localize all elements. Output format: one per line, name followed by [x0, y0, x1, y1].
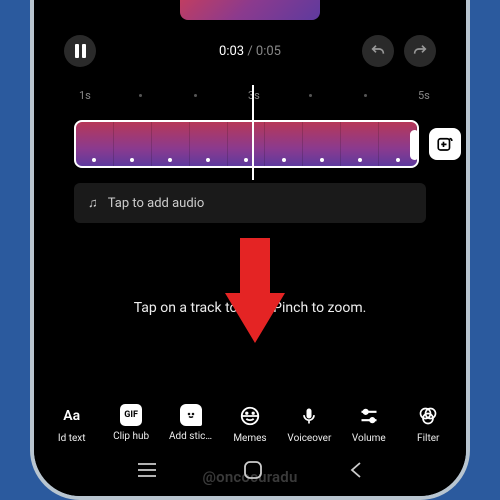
tool-voiceover[interactable]: Voiceover: [280, 404, 338, 444]
filter-icon: [416, 404, 440, 428]
tool-label: Add stic…: [169, 431, 212, 442]
pause-icon: [75, 44, 86, 58]
video-clip[interactable]: [74, 120, 419, 168]
timeline-ruler: 1s 3s 5s: [34, 85, 466, 105]
add-audio-button[interactable]: ♫ Tap to add audio: [74, 183, 426, 223]
add-audio-label: Tap to add audio: [108, 196, 205, 211]
pause-button[interactable]: [64, 35, 96, 67]
recents-button[interactable]: [137, 462, 157, 482]
tool-id-text[interactable]: Aa Id text: [43, 404, 101, 444]
redo-icon: [412, 43, 428, 59]
gif-icon: GIF: [120, 404, 142, 426]
tool-add-sticker[interactable]: Add stic…: [162, 404, 220, 444]
ruler-tick: [364, 94, 367, 97]
add-clip-icon: [436, 135, 454, 153]
ruler-label: 5s: [418, 89, 430, 102]
hint-text: Tap on a track to trim. Pinch to zoom.: [34, 300, 466, 316]
ruler-label: 1s: [79, 89, 91, 102]
playhead[interactable]: [252, 85, 254, 180]
ruler-tick: [194, 94, 197, 97]
tool-label: Clip hub: [113, 431, 149, 442]
tool-volume[interactable]: Volume: [340, 404, 398, 444]
tool-label: Filter: [417, 433, 439, 444]
playback-controls: 0:03 / 0:05: [34, 35, 466, 67]
editor-screen: 0:03 / 0:05 1s 3s 5s: [34, 0, 466, 496]
sliders-icon: [357, 404, 381, 428]
sticker-icon: [180, 404, 202, 426]
redo-button[interactable]: [404, 35, 436, 67]
music-note-icon: ♫: [88, 195, 98, 211]
back-button[interactable]: [349, 461, 363, 483]
undo-button[interactable]: [362, 35, 394, 67]
tool-label: Memes: [233, 433, 266, 444]
tool-label: Volume: [352, 433, 386, 444]
tool-label: Voiceover: [287, 433, 331, 444]
home-button[interactable]: [243, 460, 263, 484]
bottom-toolbar: Aa Id text GIF Clip hub Add stic… Memes: [34, 404, 466, 444]
total-time: 0:05: [256, 44, 281, 59]
clip-trim-handle[interactable]: [410, 130, 419, 160]
tool-clip-hub[interactable]: GIF Clip hub: [102, 404, 160, 444]
current-time: 0:03: [219, 44, 244, 59]
system-nav-bar: [34, 460, 466, 484]
tool-label: Id text: [58, 433, 86, 444]
memes-icon: [238, 404, 262, 428]
tool-filter[interactable]: Filter: [399, 404, 457, 444]
time-display: 0:03 / 0:05: [219, 44, 281, 59]
add-clip-button[interactable]: [429, 128, 461, 160]
ruler-tick: [309, 94, 312, 97]
microphone-icon: [297, 404, 321, 428]
ruler-tick: [139, 94, 142, 97]
video-preview-thumb[interactable]: [180, 0, 320, 20]
undo-icon: [370, 43, 386, 59]
tool-memes[interactable]: Memes: [221, 404, 279, 444]
text-icon: Aa: [60, 404, 84, 428]
phone-frame: 0:03 / 0:05 1s 3s 5s: [30, 0, 470, 500]
